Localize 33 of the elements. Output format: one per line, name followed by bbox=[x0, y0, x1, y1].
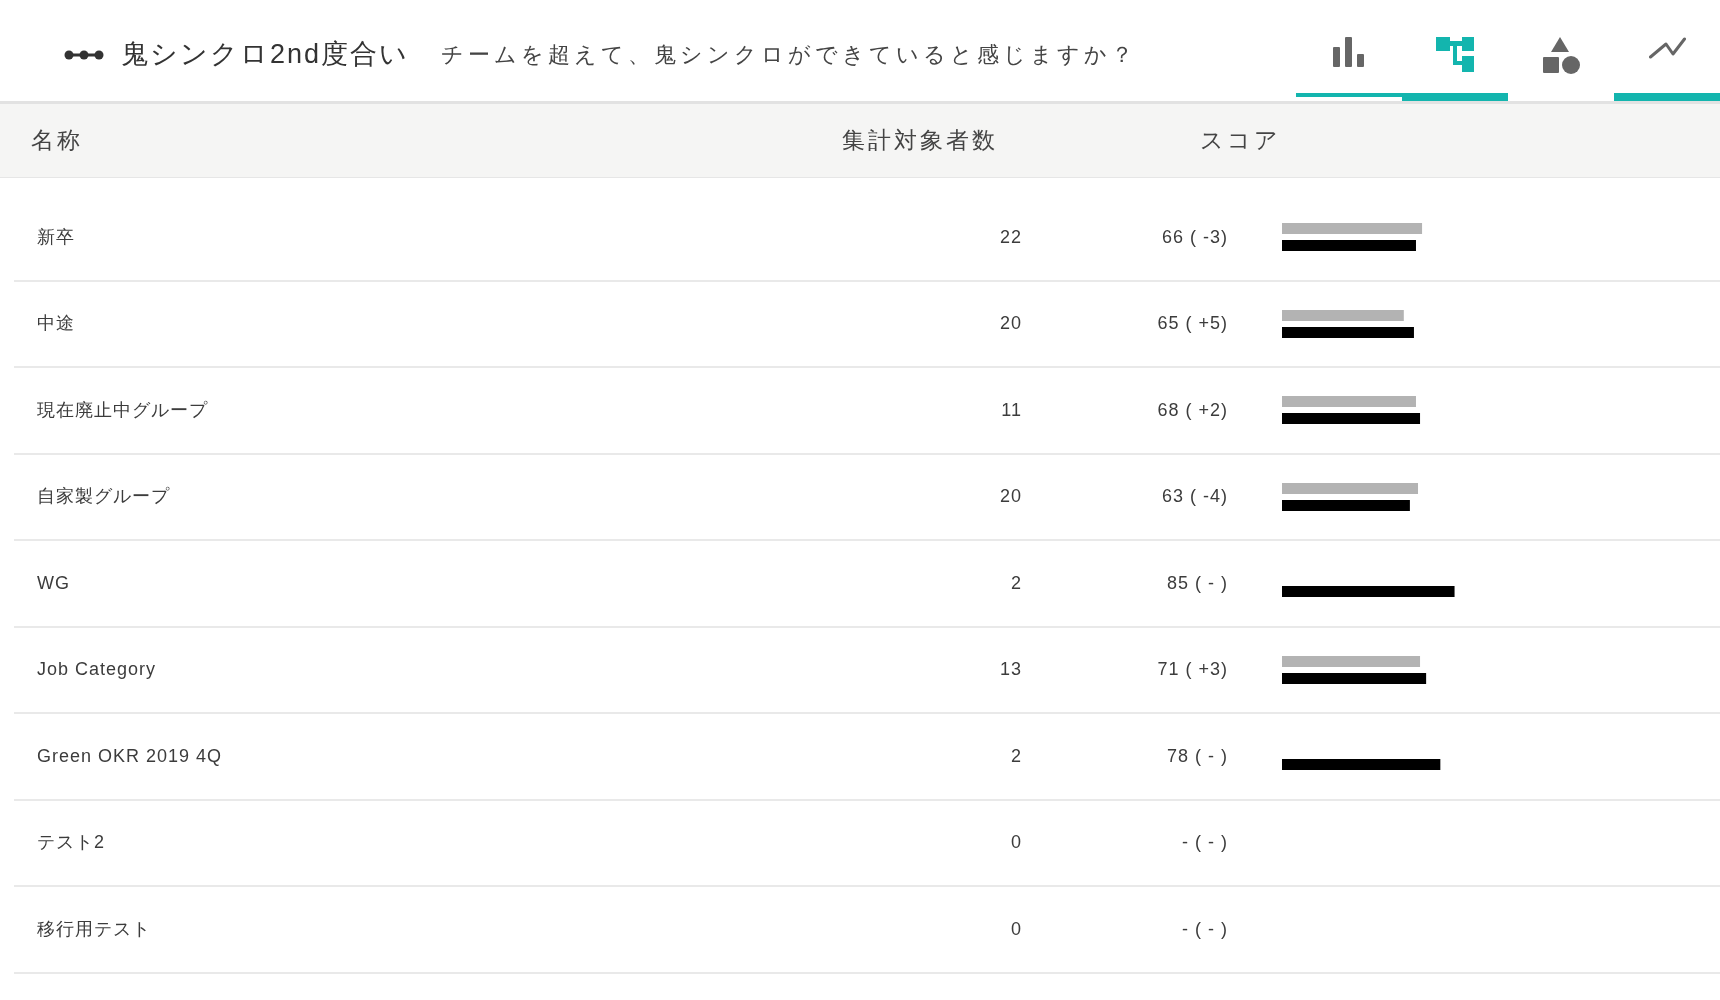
group-name: WG bbox=[36, 571, 70, 595]
score-text: 65 ( +5) bbox=[1157, 312, 1228, 336]
score-text: 71 ( +3) bbox=[1157, 658, 1228, 682]
count-column-header: 集計対象者数 bbox=[842, 126, 998, 156]
respondent-count: 2 bbox=[1011, 744, 1022, 768]
score-text: 63 ( -4) bbox=[1161, 485, 1228, 509]
score-text: 78 ( - ) bbox=[1167, 744, 1228, 768]
group-name: 移行用テスト bbox=[36, 917, 151, 941]
group-name: 現在廃止中グループ bbox=[36, 398, 208, 422]
group-name: Green OKR 2019 4Q bbox=[36, 744, 223, 768]
score-text: 85 ( - ) bbox=[1167, 571, 1228, 595]
respondent-count: 0 bbox=[1011, 831, 1022, 855]
score-text: - ( - ) bbox=[1182, 917, 1228, 941]
dots-icon bbox=[64, 48, 104, 61]
score-text: - ( - ) bbox=[1182, 831, 1228, 855]
respondent-count: 22 bbox=[999, 225, 1022, 249]
respondent-count: 2 bbox=[1011, 571, 1022, 595]
respondent-count: 20 bbox=[999, 485, 1022, 509]
respondent-count: 0 bbox=[1011, 917, 1022, 941]
group-name: テスト2 bbox=[36, 831, 105, 855]
score-column-header: スコア bbox=[1200, 126, 1281, 156]
name-column-header: 名称 bbox=[31, 126, 83, 156]
score-text: 68 ( +2) bbox=[1157, 398, 1228, 422]
group-name: 中途 bbox=[36, 312, 75, 336]
respondent-count: 20 bbox=[999, 312, 1022, 336]
group-name: 自家製グループ bbox=[36, 485, 170, 509]
group-name: 新卒 bbox=[36, 225, 75, 249]
respondent-count: 11 bbox=[1001, 398, 1022, 422]
question-text: チームを超えて、鬼シンクロができていると感じますか？ bbox=[441, 41, 1138, 69]
survey-title: 鬼シンクロ2nd度合い bbox=[121, 38, 410, 72]
score-text: 66 ( -3) bbox=[1161, 225, 1228, 249]
respondent-count: 13 bbox=[999, 658, 1022, 682]
group-name: Job Category bbox=[36, 658, 157, 682]
